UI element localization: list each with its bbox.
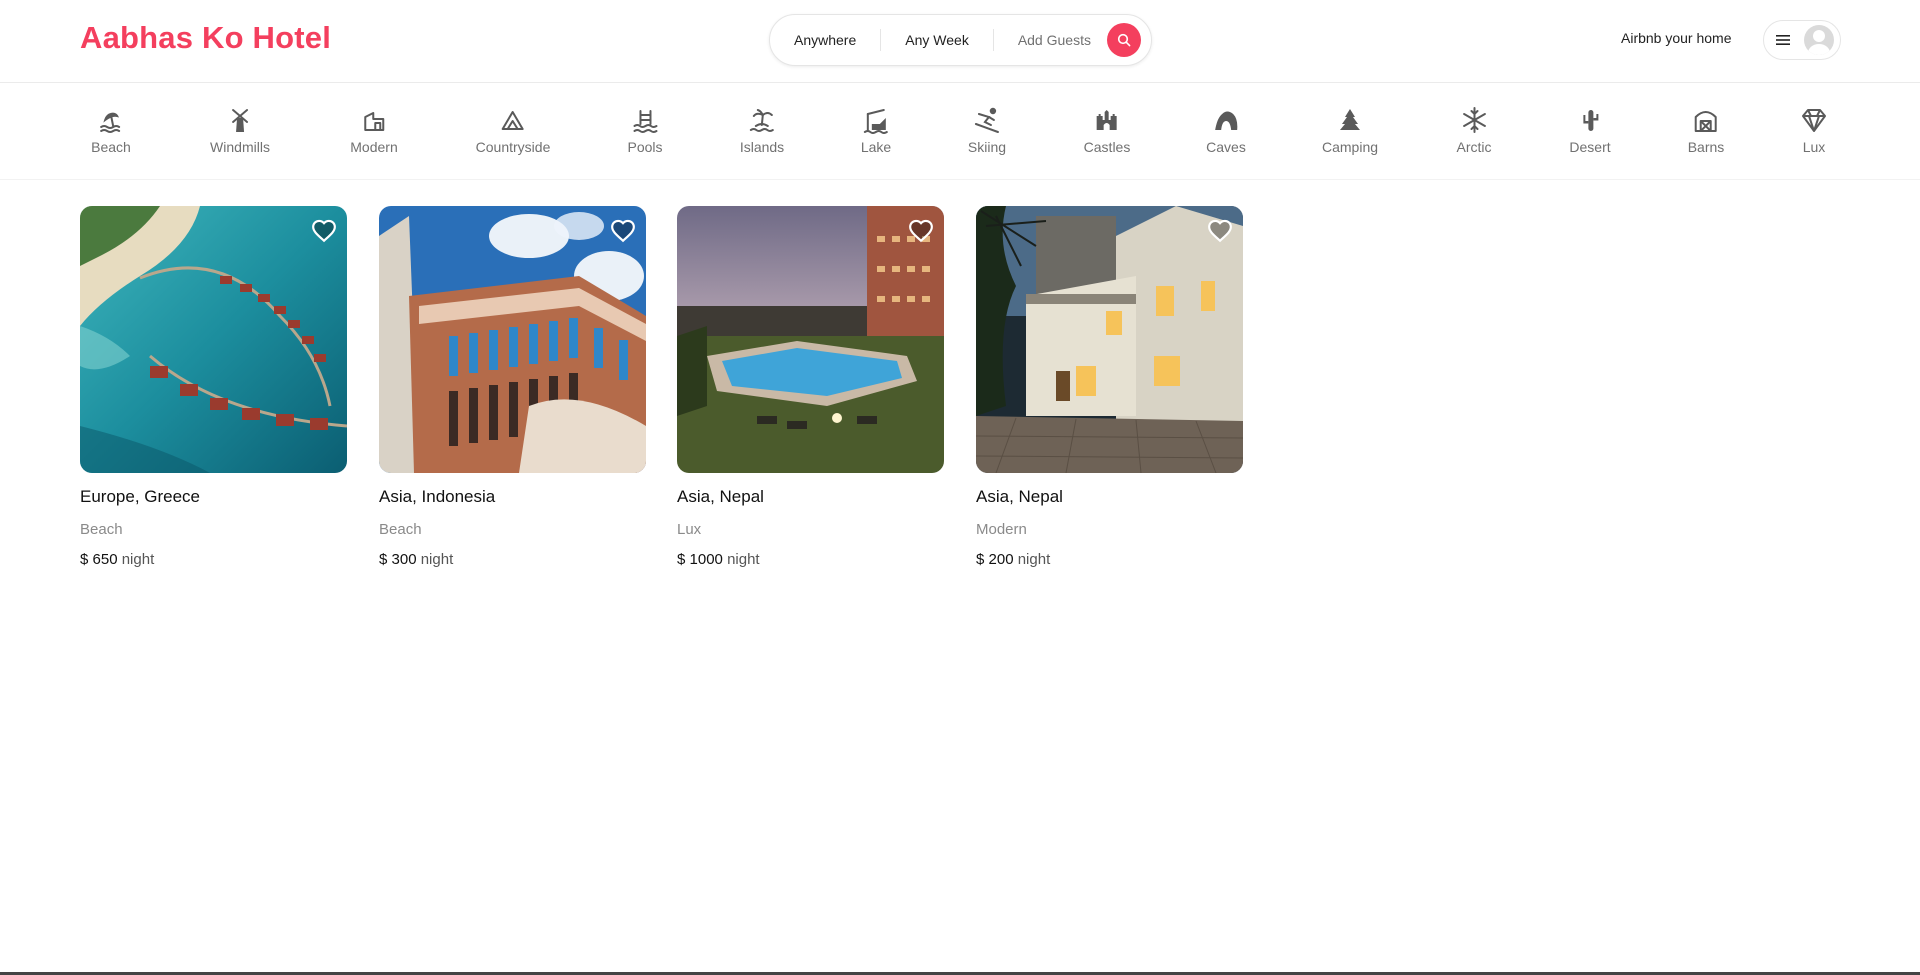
snowflake-icon [1462,107,1486,133]
house-photo [976,206,1243,473]
castle-icon [1097,110,1117,130]
menu-icon [1776,35,1790,45]
search-icon [1117,33,1131,47]
cave-icon [1215,111,1238,130]
search-button[interactable] [1106,23,1141,57]
category-beach[interactable]: Beach [91,106,131,155]
lake-icon [863,109,888,134]
listing-location: Asia, Nepal [976,487,1063,506]
category-label: Modern [350,139,398,155]
pool-icon [633,110,657,133]
search-where[interactable]: Anywhere [770,30,880,50]
category-label: Camping [1321,139,1379,155]
category-bar: Beach Windmills Modern Countryside Pools… [0,84,1920,180]
search-bar[interactable]: Anywhere Any Week Add Guests [769,14,1152,66]
listing-price-row: $ 650 night [80,551,347,568]
category-label: Arctic [1456,139,1492,155]
heart-icon[interactable] [311,218,337,244]
heart-icon[interactable] [1207,218,1233,244]
listing-card[interactable]: Europe, Greece Beach $ 650 night [80,206,347,568]
category-castles[interactable]: Castles [1083,106,1131,155]
listing-category: Modern [976,521,1027,538]
search-when[interactable]: Any Week [881,30,993,50]
listing-category: Lux [677,521,702,538]
user-menu-button[interactable] [1763,20,1841,60]
category-label: Lux [1802,139,1826,155]
skiing-icon [974,107,999,133]
category-label: Islands [739,139,785,155]
site-logo[interactable]: Aabhas Ko Hotel [80,20,331,56]
tree-icon [1340,109,1360,130]
category-label: Skiing [967,139,1007,155]
category-label: Barns [1687,139,1725,155]
category-label: Castles [1083,139,1131,155]
listing-photo[interactable] [677,206,944,473]
cactus-icon [1582,110,1598,131]
category-label: Lake [860,139,892,155]
modern-icon [364,112,384,131]
category-barns[interactable]: Barns [1687,106,1725,155]
listing-photo[interactable] [976,206,1243,473]
category-label: Countryside [475,139,551,155]
listing-price-row: $ 200 night [976,551,1243,568]
listing-photo[interactable] [379,206,646,473]
category-modern[interactable]: Modern [350,106,398,155]
listing-card[interactable]: Asia, Nepal Lux $ 1000 night [677,206,944,568]
listing-location: Asia, Indonesia [379,487,496,506]
price-unit: night [121,551,155,568]
listing-price: $ 200 [976,551,1014,568]
island-icon [749,109,774,132]
resort-photo [80,206,347,473]
mountain-icon [501,111,524,130]
category-desert[interactable]: Desert [1569,106,1611,155]
category-arctic[interactable]: Arctic [1457,106,1492,155]
heart-icon[interactable] [908,218,934,244]
category-label: Windmills [210,139,270,155]
category-islands[interactable]: Islands [740,106,784,155]
listing-price: $ 300 [379,551,417,568]
category-label: Pools [627,139,663,155]
category-label: Caves [1206,139,1246,155]
listing-location: Asia, Nepal [677,487,764,506]
listing-photo[interactable] [80,206,347,473]
category-label: Beach [91,139,131,155]
heart-icon[interactable] [610,218,636,244]
category-windmills[interactable]: Windmills [210,106,270,155]
category-countryside[interactable]: Countryside [475,106,551,155]
windmill-icon [231,109,248,132]
listing-location: Europe, Greece [80,487,201,506]
category-camping[interactable]: Camping [1322,106,1378,155]
listing-price: $ 1000 [677,551,723,568]
beach-icon [99,112,120,133]
price-unit: night [420,551,454,568]
listing-price-row: $ 300 night [379,551,646,568]
listing-category: Beach [379,521,422,538]
category-pools[interactable]: Pools [627,106,663,155]
category-skiing[interactable]: Skiing [968,106,1006,155]
diamond-icon [1802,109,1826,132]
price-unit: night [1017,551,1051,568]
category-lake[interactable]: Lake [861,106,891,155]
listing-price-row: $ 1000 night [677,551,944,568]
host-link[interactable]: Airbnb your home [1621,30,1732,46]
listing-category: Beach [80,521,123,538]
listing-card[interactable]: Asia, Indonesia Beach $ 300 night [379,206,646,568]
category-lux[interactable]: Lux [1800,106,1828,155]
price-unit: night [727,551,760,568]
search-guests[interactable]: Add Guests [994,30,1103,50]
top-navbar: Aabhas Ko Hotel Anywhere Any Week Add Gu… [0,0,1920,83]
building-photo [379,206,646,473]
category-label: Desert [1569,139,1611,155]
avatar [1804,25,1834,55]
barn-icon [1694,111,1717,132]
category-caves[interactable]: Caves [1206,106,1246,155]
pool-resort-photo [677,206,944,473]
listing-card[interactable]: Asia, Nepal Modern $ 200 night [976,206,1243,568]
listing-price: $ 650 [80,551,118,568]
